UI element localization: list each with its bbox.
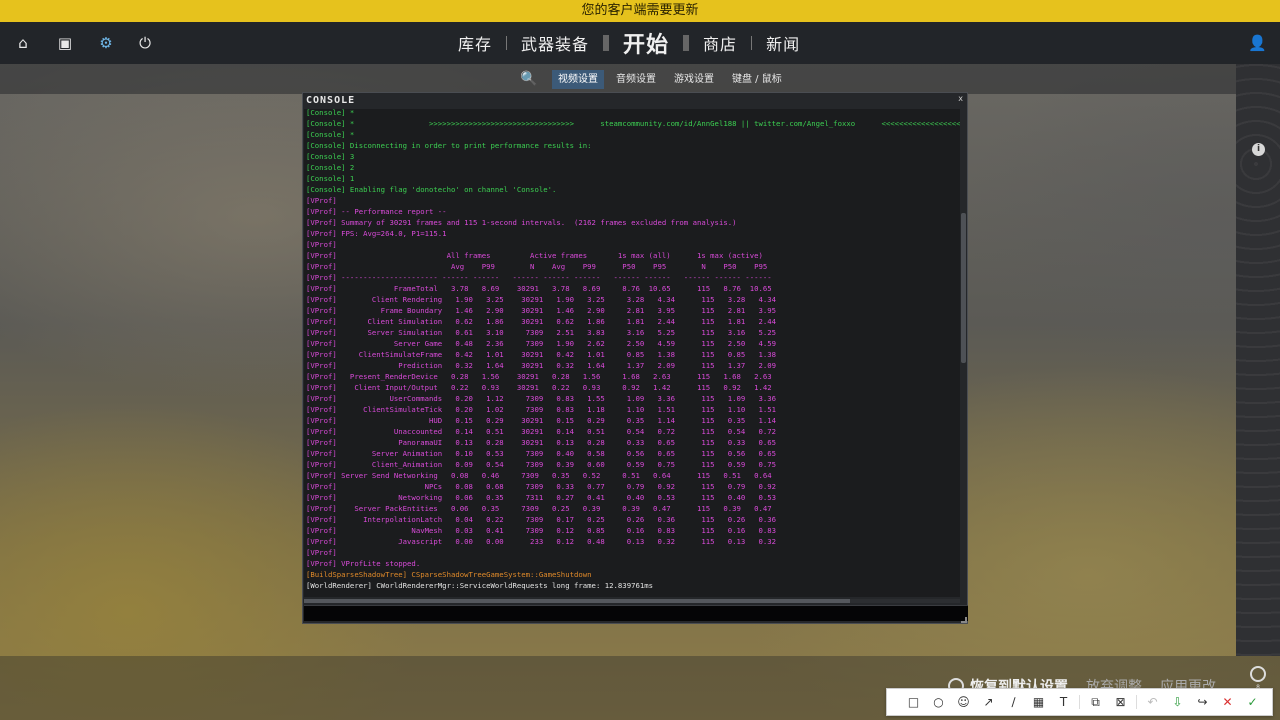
console-line: [VProf] InterpolationLatch 0.04 0.22 730… — [306, 515, 777, 524]
confirm-icon[interactable]: ✓ — [1240, 692, 1265, 712]
console-line: [VProf] Present_RenderDevice 0.28 1.56 3… — [306, 372, 772, 381]
console-output[interactable]: [Console] ###### # # # # # ##### #######… — [304, 109, 960, 597]
emoji-icon[interactable]: ☺ — [951, 692, 976, 712]
console-line: [Console] Enabling flag 'donotecho' on c… — [306, 185, 557, 194]
console-line: [VProf] FPS: Avg=264.0, P1=115.1 — [306, 229, 447, 238]
rectangle-icon[interactable]: □ — [901, 692, 926, 712]
top-navigation: ⌂ ▣ ⚙ ⏻ 库存 武器装备 开始 商店 新闻 👤 — [0, 22, 1280, 64]
console-line: [VProf] Server Send Networking 0.08 0.46… — [306, 471, 772, 480]
ellipse-icon[interactable]: ○ — [926, 692, 951, 712]
toolbar-divider — [1079, 695, 1080, 709]
console-line: [VProf] — [306, 240, 337, 249]
console-line: [Console] 3 — [306, 152, 355, 161]
close-icon[interactable]: x — [958, 94, 963, 103]
update-banner-text: 您的客户端需要更新 — [581, 3, 699, 18]
console-line: [VProf] FrameTotal 3.78 8.69 30291 3.78 … — [306, 284, 772, 293]
console-line: [VProf] VProfLite stopped. — [306, 559, 421, 568]
console-line: [VProf] -- Performance report -- — [306, 207, 447, 216]
console-line: [VProf] — [306, 196, 337, 205]
tab-play[interactable]: 开始 — [613, 27, 679, 59]
main-tabs: 库存 武器装备 开始 商店 新闻 — [448, 22, 810, 64]
console-line: [Console] * >>>>>>>>>>>>>>>>>>>>>>>>>>>>… — [306, 119, 960, 128]
console-line: [VProf] Server Simulation 0.61 3.10 7309… — [306, 328, 777, 337]
console-line: [Console] * — [306, 109, 355, 117]
console-line: [VProf] UserCommands 0.20 1.12 7309 0.83… — [306, 394, 777, 403]
console-line: [VProf] Frame Boundary 1.46 2.90 30291 1… — [306, 306, 777, 315]
profile-icon[interactable]: 👤 — [1248, 34, 1267, 52]
console-line: [VProf] Client Input/Output 0.22 0.93 30… — [306, 383, 772, 392]
search-icon[interactable]: 🔍 — [520, 71, 537, 87]
console-line: [VProf] Summary of 30291 frames and 115 … — [306, 218, 737, 227]
console-line: [VProf] Server Animation 0.10 0.53 7309 … — [306, 449, 777, 458]
console-horizontal-scrollbar[interactable] — [304, 599, 960, 603]
undo-icon[interactable]: ↶ — [1140, 692, 1165, 712]
tab-game-settings[interactable]: 游戏设置 — [668, 70, 720, 89]
power-icon[interactable]: ⏻ — [136, 34, 154, 52]
tab-divider — [751, 36, 753, 50]
tab-video-settings[interactable]: 视频设置 — [552, 70, 604, 89]
console-title[interactable]: CONSOLE — [303, 93, 967, 109]
share-icon[interactable]: ↪ — [1190, 692, 1215, 712]
cancel-icon[interactable]: ✕ — [1215, 692, 1240, 712]
console-lines: [Console] ###### # # # # # ##### #######… — [306, 109, 960, 591]
tab-store[interactable]: 商店 — [693, 31, 747, 55]
mosaic-icon[interactable]: ▦ — [1026, 692, 1051, 712]
console-line: [WorldRenderer] CWorldRendererMgr::Servi… — [306, 581, 654, 590]
console-line: [VProf] ClientSimulateFrame 0.42 1.01 30… — [306, 350, 777, 359]
console-line: [VProf] Client_Animation 0.09 0.54 7309 … — [306, 460, 777, 469]
annotation-toolbar: □ ○ ☺ ↗ ∕ ▦ T ⧉ ⊠ ↶ ⇩ ↪ ✕ ✓ — [886, 688, 1273, 716]
console-line: [VProf] Avg P99 N Avg P99 P50 P95 N P50 … — [306, 262, 768, 271]
tab-keyboard-mouse[interactable]: 键盘 / 鼠标 — [726, 70, 788, 89]
sticker-icon[interactable]: ⧉ — [1083, 692, 1108, 712]
console-line: [VProf] Server Game 0.48 2.36 7309 1.90 … — [306, 339, 777, 348]
console-line: [VProf] Javascript 0.00 0.00 233 0.12 0.… — [306, 537, 777, 546]
text-icon[interactable]: T — [1051, 692, 1076, 712]
console-line: [VProf] Prediction 0.32 1.64 30291 0.32 … — [306, 361, 777, 370]
console-line: [VProf] HUD 0.15 0.29 30291 0.15 0.29 0.… — [306, 416, 777, 425]
console-line: [VProf] — [306, 548, 337, 557]
console-line: [VProf] Unaccounted 0.14 0.51 30291 0.14… — [306, 427, 777, 436]
console-line: [BuildSparseShadowTree] CSparseShadowTre… — [306, 570, 592, 579]
broadcast-icon[interactable] — [1250, 666, 1266, 682]
console-line: [VProf] ---------------------- ------ --… — [306, 273, 772, 282]
home-icon[interactable]: ⌂ — [14, 34, 32, 52]
console-input[interactable] — [304, 605, 968, 621]
tab-divider — [506, 36, 508, 50]
console-scrollbar[interactable] — [961, 213, 966, 363]
tab-audio-settings[interactable]: 音频设置 — [610, 70, 662, 89]
console-line: [VProf] NavMesh 0.03 0.41 7309 0.12 0.85… — [306, 526, 777, 535]
arrow-icon[interactable]: ↗ — [976, 692, 1001, 712]
tab-divider — [603, 35, 610, 51]
update-banner[interactable]: 您的客户端需要更新 — [0, 0, 1280, 22]
console-line: [VProf] PanoramaUI 0.13 0.28 30291 0.13 … — [306, 438, 777, 447]
tab-inventory[interactable]: 库存 — [448, 31, 502, 55]
settings-tabs: 视频设置 音频设置 游戏设置 键盘 / 鼠标 — [552, 70, 788, 89]
console-line: [VProf] Server PackEntities 0.06 0.35 73… — [306, 504, 772, 513]
console-line: [VProf] ClientSimulateTick 0.20 1.02 730… — [306, 405, 777, 414]
console-line: [Console] Disconnecting in order to prin… — [306, 141, 592, 150]
number-icon[interactable]: ⊠ — [1108, 692, 1133, 712]
console-line: [VProf] Networking 0.06 0.35 7311 0.27 0… — [306, 493, 777, 502]
console-line: [Console] 2 — [306, 163, 355, 172]
tv-icon[interactable]: ▣ — [56, 34, 74, 52]
console-line: [VProf] Client Rendering 1.90 3.25 30291… — [306, 295, 777, 304]
tab-divider — [683, 35, 690, 51]
tab-loadout[interactable]: 武器装备 — [511, 31, 599, 55]
settings-subnav: 🔍 视频设置 音频设置 游戏设置 键盘 / 鼠标 — [0, 64, 1236, 94]
console-line: [Console] 1 — [306, 174, 355, 183]
console-line: [VProf] Client Simulation 0.62 1.86 3029… — [306, 317, 777, 326]
tab-news[interactable]: 新闻 — [756, 31, 810, 55]
save-icon[interactable]: ⇩ — [1165, 692, 1190, 712]
info-icon[interactable]: i — [1252, 143, 1265, 156]
console-horizontal-thumb[interactable] — [304, 599, 850, 603]
gear-icon[interactable]: ⚙ — [97, 34, 115, 52]
console-window[interactable]: CONSOLE x [Console] ###### # # # # # ###… — [302, 92, 968, 624]
pen-icon[interactable]: ∕ — [1001, 692, 1026, 712]
toolbar-divider — [1136, 695, 1137, 709]
console-line: [VProf] NPCs 0.08 0.68 7309 0.33 0.77 0.… — [306, 482, 777, 491]
resize-handle[interactable] — [961, 617, 967, 623]
console-line: [VProf] All frames Active frames 1s max … — [306, 251, 763, 260]
console-line: [Console] * — [306, 130, 355, 139]
